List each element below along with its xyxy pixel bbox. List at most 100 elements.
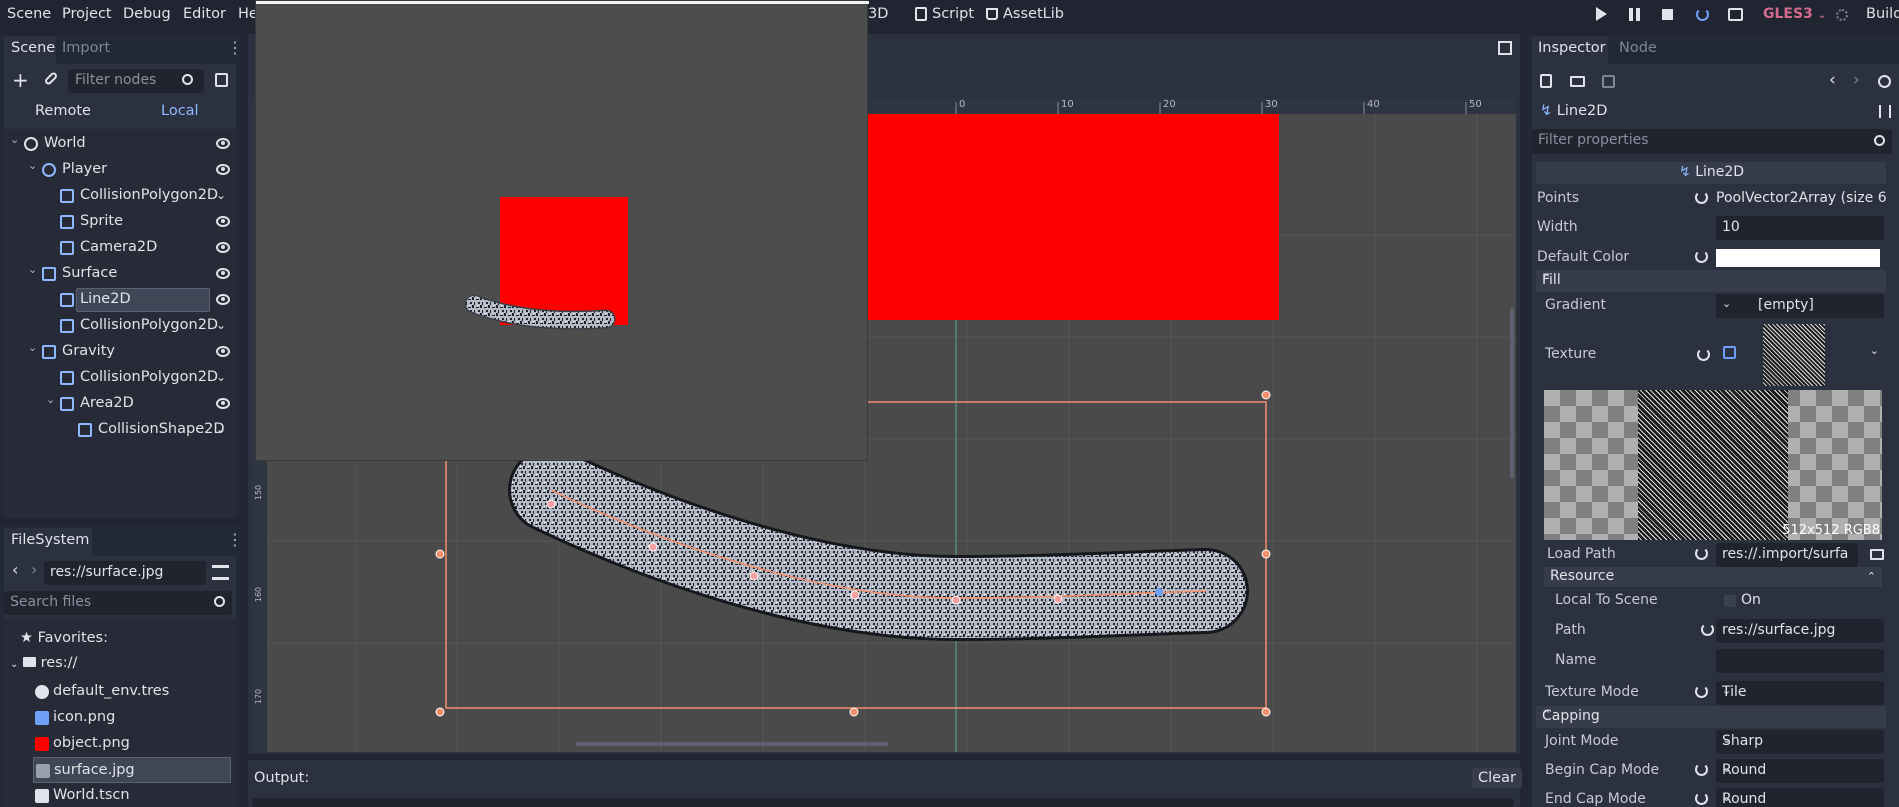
workspace-script[interactable]: Script xyxy=(915,6,974,22)
visibility-eye-icon[interactable] xyxy=(216,242,230,253)
pause-icon[interactable] xyxy=(1629,8,1640,21)
texture-mode-select[interactable]: Tile ⌄ xyxy=(1716,681,1884,705)
game-preview-window[interactable] xyxy=(255,0,869,461)
scene-tree-row[interactable]: Camera2D xyxy=(4,235,234,261)
search-files-input[interactable]: Search files xyxy=(4,591,232,615)
dock-menu-icon[interactable]: ⋮ xyxy=(227,38,243,57)
revert-icon[interactable] xyxy=(1695,547,1708,560)
chevron-down-icon[interactable]: ⌄ xyxy=(216,318,226,332)
visibility-eye-icon[interactable] xyxy=(216,216,230,227)
revert-icon[interactable] xyxy=(1695,792,1708,805)
back-icon[interactable]: ‹ xyxy=(12,560,18,579)
revert-icon[interactable] xyxy=(1695,763,1708,776)
menu-scene[interactable]: Scene xyxy=(7,6,51,22)
prop-load-path[interactable]: Load Path res://.import/surfa xyxy=(1533,541,1889,569)
capping-section[interactable]: Capping ⌃ xyxy=(1536,706,1886,728)
chevron-down-icon[interactable]: ⌄ xyxy=(216,188,226,202)
stop-icon[interactable] xyxy=(1662,9,1673,20)
path-field[interactable]: res://surface.jpg xyxy=(1716,619,1884,643)
scene-tree-row[interactable]: ⌄ Surface xyxy=(4,261,234,287)
load-path-field[interactable]: res://.import/surfa xyxy=(1716,543,1858,567)
visibility-eye-icon[interactable] xyxy=(216,138,230,149)
visibility-eye-icon[interactable] xyxy=(216,164,230,175)
chevron-down-icon[interactable]: ⌄ xyxy=(10,133,19,146)
chevron-down-icon[interactable]: ⌄ xyxy=(46,393,55,406)
fs-menu-icon[interactable]: ⋮ xyxy=(227,530,243,549)
chevron-down-icon[interactable]: ⌄ xyxy=(28,159,37,172)
prop-texture[interactable]: Texture ⌄ xyxy=(1533,322,1889,388)
prop-local-to-scene[interactable]: Local To Scene On xyxy=(1533,587,1889,615)
prop-gradient[interactable]: Gradient [empty] ⌄ xyxy=(1533,292,1889,320)
file-row[interactable]: surface.jpg xyxy=(33,757,231,783)
workspace-assetlib[interactable]: AssetLib xyxy=(986,6,1064,22)
local-button[interactable]: Local xyxy=(161,103,199,119)
remote-button[interactable]: Remote xyxy=(35,103,91,119)
prop-points[interactable]: Points PoolVector2Array (size 6 xyxy=(1533,185,1889,213)
chevron-down-icon[interactable]: ⌄ xyxy=(28,341,37,354)
begin-cap-select[interactable]: Round ⌄ xyxy=(1716,759,1884,783)
history-back-icon[interactable]: ‹ xyxy=(1829,70,1836,90)
visibility-eye-icon[interactable] xyxy=(216,268,230,279)
clear-button[interactable]: Clear xyxy=(1472,768,1522,788)
points-value[interactable]: PoolVector2Array (size 6 xyxy=(1716,190,1886,206)
chevron-down-icon[interactable]: ⌄ xyxy=(216,422,226,436)
visibility-eye-icon[interactable] xyxy=(216,294,230,305)
visibility-eye-icon[interactable] xyxy=(216,346,230,357)
open-folder-icon[interactable] xyxy=(1570,76,1585,87)
tab-scene[interactable]: Scene xyxy=(4,36,56,64)
history-icon[interactable] xyxy=(1878,75,1891,88)
name-field[interactable] xyxy=(1716,649,1884,673)
add-node-icon[interactable]: + xyxy=(12,68,29,92)
edit-texture-icon[interactable] xyxy=(1723,346,1736,359)
scene-tree-row[interactable]: CollisionShape2D ⌄ xyxy=(4,417,234,443)
prop-path[interactable]: Path res://surface.jpg xyxy=(1533,617,1889,645)
scene-tree-row[interactable]: CollisionPolygon2D ⌄ xyxy=(4,365,234,391)
prop-begin-cap[interactable]: Begin Cap Mode Round ⌄ xyxy=(1533,757,1889,785)
filter-properties-input[interactable]: Filter properties xyxy=(1532,129,1892,154)
split-view-icon[interactable] xyxy=(212,565,229,580)
revert-icon[interactable] xyxy=(1701,623,1714,636)
width-field[interactable]: 10 xyxy=(1716,216,1884,240)
menu-debug[interactable]: Debug xyxy=(123,6,171,22)
fill-section[interactable]: Fill ⌃ xyxy=(1536,270,1886,292)
file-row[interactable]: object.png xyxy=(8,731,230,757)
tab-inspector[interactable]: Inspector xyxy=(1532,36,1608,64)
inspected-node[interactable]: ↯ Line2D xyxy=(1540,103,1607,119)
play-scene-icon[interactable] xyxy=(1696,8,1709,21)
build-button[interactable]: Build xyxy=(1866,6,1899,22)
filter-nodes-input[interactable]: Filter nodes xyxy=(68,69,204,93)
play-icon[interactable] xyxy=(1596,7,1607,21)
scene-tree-row[interactable]: ⌄ Gravity xyxy=(4,339,234,365)
prop-joint-mode[interactable]: Joint Mode Sharp ⌄ xyxy=(1533,728,1889,756)
scene-tree-row[interactable]: CollisionPolygon2D ⌄ xyxy=(4,313,234,339)
favorites-row[interactable]: ★ Favorites: xyxy=(20,630,108,646)
object-menu-icon[interactable] xyxy=(1879,105,1891,118)
instance-scene-icon[interactable] xyxy=(215,73,228,87)
visibility-eye-icon[interactable] xyxy=(216,398,230,409)
chevron-down-icon[interactable]: ⌄ xyxy=(1870,344,1879,357)
scene-tree-row[interactable]: ⌄ World xyxy=(4,131,234,157)
chevron-down-icon[interactable]: ⌄ xyxy=(216,370,226,384)
save-icon[interactable] xyxy=(1602,75,1615,88)
tab-node[interactable]: Node xyxy=(1619,40,1657,56)
chevron-down-icon[interactable]: ⌄ xyxy=(28,263,37,276)
local-to-scene-checkbox[interactable] xyxy=(1724,595,1736,607)
history-forward-icon[interactable]: › xyxy=(1853,70,1860,90)
workspace-3d[interactable]: 3D xyxy=(868,6,888,22)
prop-texture-mode[interactable]: Texture Mode Tile ⌄ xyxy=(1533,679,1889,707)
revert-icon[interactable] xyxy=(1695,191,1708,204)
folder-icon[interactable] xyxy=(1870,549,1884,560)
fullscreen-icon[interactable] xyxy=(1498,41,1512,55)
joint-mode-select[interactable]: Sharp ⌄ xyxy=(1716,730,1884,754)
menu-editor[interactable]: Editor xyxy=(183,6,226,22)
file-row[interactable]: default_env.tres xyxy=(8,679,230,705)
file-row[interactable]: icon.png xyxy=(8,705,230,731)
revert-icon[interactable] xyxy=(1695,250,1708,263)
file-row[interactable]: World.tscn xyxy=(8,783,230,807)
gradient-field[interactable]: [empty] ⌄ xyxy=(1716,294,1884,318)
play-custom-icon[interactable] xyxy=(1728,8,1743,21)
menu-project[interactable]: Project xyxy=(62,6,112,22)
scene-tree-row[interactable]: ⌄ Area2D xyxy=(4,391,234,417)
prop-end-cap[interactable]: End Cap Mode Round ⌄ xyxy=(1533,786,1889,807)
forward-icon[interactable]: › xyxy=(31,560,37,579)
